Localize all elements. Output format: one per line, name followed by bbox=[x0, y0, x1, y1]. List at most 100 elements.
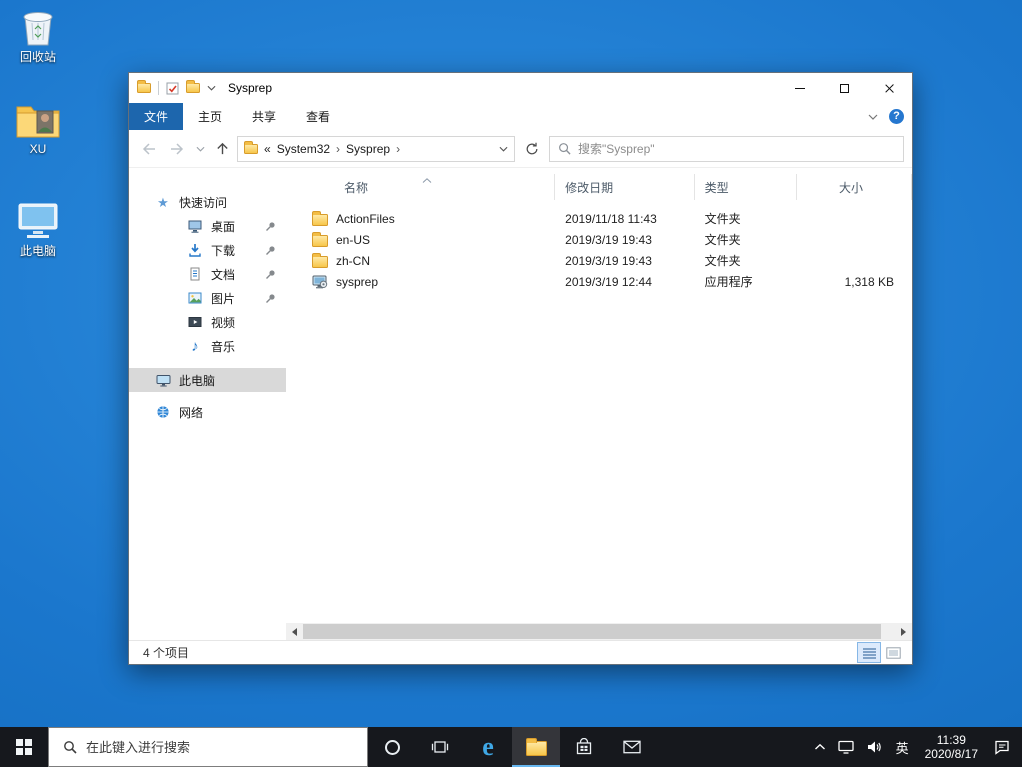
network-icon bbox=[155, 405, 171, 419]
file-row-zh-cn[interactable]: zh-CN 2019/3/19 19:43 文件夹 bbox=[286, 250, 912, 271]
quick-access-star-icon: ★ bbox=[157, 194, 169, 210]
sidebar-label: 快速访问 bbox=[179, 195, 228, 210]
window-folder-icon bbox=[137, 80, 151, 93]
start-button[interactable] bbox=[0, 727, 48, 767]
column-header-type[interactable]: 类型 bbox=[695, 174, 798, 200]
qat-properties-icon[interactable] bbox=[166, 82, 179, 95]
clock[interactable]: 11:39 2020/8/17 bbox=[917, 733, 986, 761]
address-bar[interactable]: « System32 › Sysprep › bbox=[237, 135, 515, 162]
folder-icon bbox=[312, 252, 328, 268]
up-button[interactable] bbox=[211, 136, 233, 162]
edge-button[interactable]: e bbox=[464, 727, 512, 767]
ime-indicator[interactable]: 英 bbox=[888, 727, 917, 767]
mail-button[interactable] bbox=[608, 727, 656, 767]
breadcrumb-sysprep[interactable]: Sysprep bbox=[346, 142, 390, 156]
file-row-sysprep[interactable]: sysprep 2019/3/19 12:44 应用程序 1,318 KB bbox=[286, 271, 912, 292]
large-icons-view-button[interactable] bbox=[882, 643, 904, 662]
sidebar-item-this-pc[interactable]: 此电脑 bbox=[129, 368, 286, 392]
show-hidden-icons-button[interactable] bbox=[808, 727, 832, 767]
tab-file[interactable]: 文件 bbox=[129, 103, 184, 130]
desktop-icon-label: 回收站 bbox=[19, 50, 56, 64]
network-status-button[interactable] bbox=[832, 727, 860, 767]
column-header-date-modified[interactable]: 修改日期 bbox=[555, 174, 695, 200]
horizontal-scrollbar[interactable] bbox=[286, 623, 912, 640]
this-pc-mini-icon bbox=[155, 373, 171, 387]
tab-view[interactable]: 查看 bbox=[291, 103, 345, 130]
sidebar-label: 图片 bbox=[211, 291, 236, 306]
expand-ribbon-chevron-icon[interactable] bbox=[868, 114, 878, 120]
folder-icon bbox=[312, 210, 328, 226]
volume-button[interactable] bbox=[860, 727, 888, 767]
file-explorer-button[interactable] bbox=[512, 727, 560, 767]
file-type: 文件夹 bbox=[704, 212, 741, 226]
system-tray: 英 11:39 2020/8/17 bbox=[808, 727, 1022, 767]
explorer-search-input[interactable] bbox=[578, 141, 895, 156]
breadcrumb-overflow[interactable]: « bbox=[264, 142, 271, 156]
windows-logo-icon bbox=[16, 739, 32, 755]
maximize-button[interactable] bbox=[822, 74, 867, 103]
videos-icon bbox=[187, 315, 203, 329]
pin-icon bbox=[265, 221, 276, 235]
cortana-button[interactable] bbox=[368, 727, 416, 767]
documents-icon bbox=[187, 267, 203, 281]
file-name: zh-CN bbox=[336, 253, 371, 268]
back-button[interactable] bbox=[137, 136, 161, 162]
title-bar[interactable]: Sysprep bbox=[129, 73, 912, 103]
minimize-button[interactable] bbox=[777, 74, 822, 103]
column-header-size[interactable]: 大小 bbox=[797, 174, 912, 200]
desktop-icon-user-folder[interactable]: XU bbox=[2, 102, 74, 156]
file-name: sysprep bbox=[336, 274, 379, 289]
taskbar-search-input[interactable] bbox=[86, 739, 367, 755]
task-view-button[interactable] bbox=[416, 727, 464, 767]
sidebar-label: 文档 bbox=[211, 267, 236, 282]
store-button[interactable] bbox=[560, 727, 608, 767]
address-folder-icon bbox=[244, 140, 258, 154]
maximize-icon bbox=[840, 83, 849, 93]
pin-icon bbox=[265, 269, 276, 283]
file-row-actionfiles[interactable]: ActionFiles 2019/11/18 11:43 文件夹 bbox=[286, 208, 912, 229]
tab-share[interactable]: 共享 bbox=[237, 103, 291, 130]
qat-new-folder-icon[interactable] bbox=[186, 80, 200, 93]
sidebar-label: 视频 bbox=[211, 315, 236, 330]
forward-arrow-icon bbox=[171, 142, 184, 155]
qat-chevron-down-icon[interactable] bbox=[207, 85, 216, 91]
file-row-en-us[interactable]: en-US 2019/3/19 19:43 文件夹 bbox=[286, 229, 912, 250]
pictures-icon bbox=[187, 291, 203, 305]
music-note-icon: ♪ bbox=[191, 337, 199, 355]
scrollbar-thumb[interactable] bbox=[303, 624, 881, 639]
sidebar-item-desktop[interactable]: 桌面 bbox=[129, 214, 286, 238]
refresh-button[interactable] bbox=[519, 136, 545, 162]
details-view-button[interactable] bbox=[857, 642, 881, 663]
breadcrumb-separator-icon[interactable]: › bbox=[396, 142, 400, 156]
scroll-right-icon bbox=[901, 627, 906, 636]
cortana-icon bbox=[384, 739, 400, 755]
desktop-icon-recycle-bin[interactable]: 回收站 bbox=[2, 6, 74, 64]
breadcrumb-system32[interactable]: System32 bbox=[277, 142, 330, 156]
breadcrumb-separator-icon[interactable]: › bbox=[336, 142, 340, 156]
sidebar-item-videos[interactable]: 视频 bbox=[129, 310, 286, 334]
close-button[interactable] bbox=[867, 74, 912, 103]
sidebar-item-music[interactable]: ♪ 音乐 bbox=[129, 334, 286, 358]
status-bar: 4 个项目 bbox=[129, 640, 912, 664]
scroll-left-icon bbox=[292, 627, 297, 636]
sidebar-item-pictures[interactable]: 图片 bbox=[129, 286, 286, 310]
scroll-right-button[interactable] bbox=[895, 623, 912, 640]
recent-locations-button[interactable] bbox=[193, 136, 207, 162]
action-center-button[interactable] bbox=[986, 727, 1022, 767]
sidebar-item-downloads[interactable]: 下载 bbox=[129, 238, 286, 262]
forward-button[interactable] bbox=[165, 136, 189, 162]
sidebar-item-quick-access[interactable]: ★ 快速访问 bbox=[129, 190, 286, 214]
help-button[interactable]: ? bbox=[889, 109, 904, 124]
file-type: 文件夹 bbox=[704, 254, 741, 268]
scroll-left-button[interactable] bbox=[286, 623, 303, 640]
tab-home[interactable]: 主页 bbox=[183, 103, 237, 130]
sort-ascending-icon[interactable] bbox=[422, 172, 432, 186]
mail-icon bbox=[623, 740, 641, 754]
taskbar-search-box[interactable] bbox=[48, 727, 368, 767]
address-dropdown-icon[interactable] bbox=[499, 146, 508, 152]
sidebar-item-documents[interactable]: 文档 bbox=[129, 262, 286, 286]
sidebar-item-network[interactable]: 网络 bbox=[129, 400, 286, 424]
desktop-icon-this-pc[interactable]: 此电脑 bbox=[2, 200, 74, 258]
column-header-name[interactable]: 名称 bbox=[286, 174, 556, 200]
explorer-search-box[interactable] bbox=[549, 135, 904, 162]
